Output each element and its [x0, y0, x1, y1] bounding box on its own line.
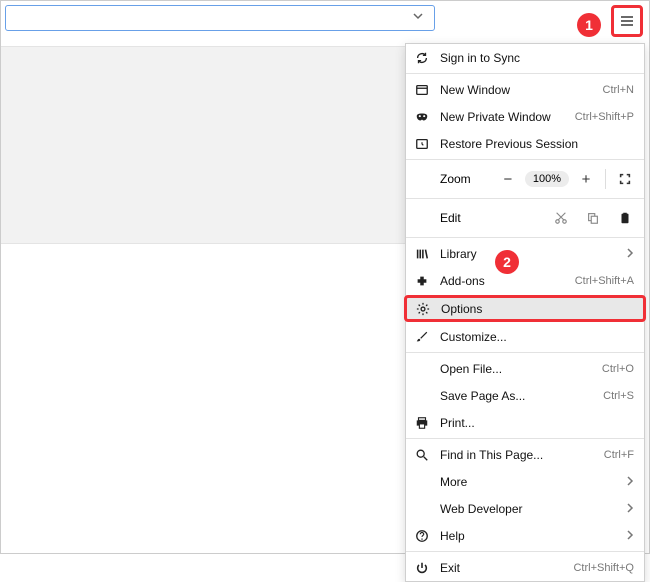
paste-icon[interactable]: [616, 209, 634, 227]
gear-icon: [415, 301, 431, 317]
menu-find[interactable]: Find in This Page... Ctrl+F: [406, 441, 644, 468]
menu-item-label: Library: [440, 247, 620, 261]
menu-save-page[interactable]: Save Page As... Ctrl+S: [406, 382, 644, 409]
menu-item-label: Help: [440, 529, 620, 543]
menu-item-label: Print...: [440, 416, 634, 430]
menu-item-label: Add-ons: [440, 274, 569, 288]
menu-addons[interactable]: Add-ons Ctrl+Shift+A: [406, 267, 644, 294]
hamburger-menu-button[interactable]: [611, 5, 643, 37]
menu-item-shortcut: Ctrl+Shift+P: [575, 111, 634, 123]
addons-icon: [414, 273, 430, 289]
edit-label: Edit: [414, 211, 474, 225]
chevron-right-icon: [626, 502, 634, 516]
menu-separator: [406, 159, 644, 160]
menu-print[interactable]: Print...: [406, 409, 644, 436]
menu-item-label: Save Page As...: [440, 389, 597, 403]
library-icon: [414, 246, 430, 262]
zoom-out-button[interactable]: −: [497, 168, 519, 190]
window-icon: [414, 82, 430, 98]
copy-icon[interactable]: [584, 209, 602, 227]
menu-new-window[interactable]: New Window Ctrl+N: [406, 76, 644, 103]
annotation-badge-2: 2: [495, 250, 519, 274]
mask-icon: [414, 109, 430, 125]
menu-item-label: Web Developer: [440, 502, 620, 516]
menu-item-shortcut: Ctrl+N: [603, 84, 634, 96]
zoom-label: Zoom: [414, 172, 474, 186]
cut-icon[interactable]: [552, 209, 570, 227]
menu-new-private-window[interactable]: New Private Window Ctrl+Shift+P: [406, 103, 644, 130]
menu-item-label: More: [440, 475, 620, 489]
menu-separator: [406, 73, 644, 74]
menu-restore-session[interactable]: Restore Previous Session: [406, 130, 644, 157]
chevron-down-icon[interactable]: [412, 10, 428, 26]
menu-item-shortcut: Ctrl+S: [603, 390, 634, 402]
sync-icon: [414, 50, 430, 66]
menu-item-label: Exit: [440, 561, 567, 575]
menu-zoom-row: Zoom − 100% +: [406, 162, 644, 196]
menu-more[interactable]: More: [406, 468, 644, 495]
separator: [605, 169, 606, 189]
paintbrush-icon: [414, 329, 430, 345]
chevron-right-icon: [626, 475, 634, 489]
zoom-level[interactable]: 100%: [525, 171, 569, 187]
menu-item-label: Open File...: [440, 362, 596, 376]
power-icon: [414, 560, 430, 576]
menu-sign-in-to-sync[interactable]: Sign in to Sync: [406, 44, 644, 71]
restore-icon: [414, 136, 430, 152]
toolbar: 1: [1, 1, 649, 41]
menu-separator: [406, 237, 644, 238]
menu-item-label: Customize...: [440, 330, 634, 344]
menu-exit[interactable]: Exit Ctrl+Shift+Q: [406, 554, 644, 581]
app-menu-panel: Sign in to Sync New Window Ctrl+N New Pr…: [405, 43, 645, 582]
menu-open-file[interactable]: Open File... Ctrl+O: [406, 355, 644, 382]
menu-separator: [406, 551, 644, 552]
help-icon: [414, 528, 430, 544]
chevron-right-icon: [626, 529, 634, 543]
annotation-badge-1: 1: [577, 13, 601, 37]
zoom-controls: − 100% +: [474, 168, 636, 190]
menu-customize[interactable]: Customize...: [406, 323, 644, 350]
menu-item-shortcut: Ctrl+Shift+Q: [573, 562, 634, 574]
menu-item-shortcut: Ctrl+F: [604, 449, 634, 461]
menu-item-label: Find in This Page...: [440, 448, 598, 462]
menu-item-label: Options: [441, 302, 633, 316]
menu-item-label: New Private Window: [440, 110, 569, 124]
menu-separator: [406, 438, 644, 439]
fullscreen-icon[interactable]: [614, 168, 636, 190]
menu-item-shortcut: Ctrl+O: [602, 363, 634, 375]
menu-item-label: Sign in to Sync: [440, 51, 634, 65]
chevron-right-icon: [626, 247, 634, 261]
zoom-in-button[interactable]: +: [575, 168, 597, 190]
menu-library[interactable]: Library: [406, 240, 644, 267]
menu-edit-row: Edit: [406, 201, 644, 235]
menu-separator: [406, 198, 644, 199]
search-icon: [414, 447, 430, 463]
menu-item-shortcut: Ctrl+Shift+A: [575, 275, 634, 287]
menu-item-label: New Window: [440, 83, 597, 97]
menu-item-label: Restore Previous Session: [440, 137, 634, 151]
page-content-area: [1, 46, 406, 244]
menu-help[interactable]: Help: [406, 522, 644, 549]
print-icon: [414, 415, 430, 431]
url-bar[interactable]: [5, 5, 435, 31]
menu-web-developer[interactable]: Web Developer: [406, 495, 644, 522]
menu-options[interactable]: Options: [404, 295, 646, 322]
menu-separator: [406, 352, 644, 353]
edit-controls: [474, 209, 636, 227]
